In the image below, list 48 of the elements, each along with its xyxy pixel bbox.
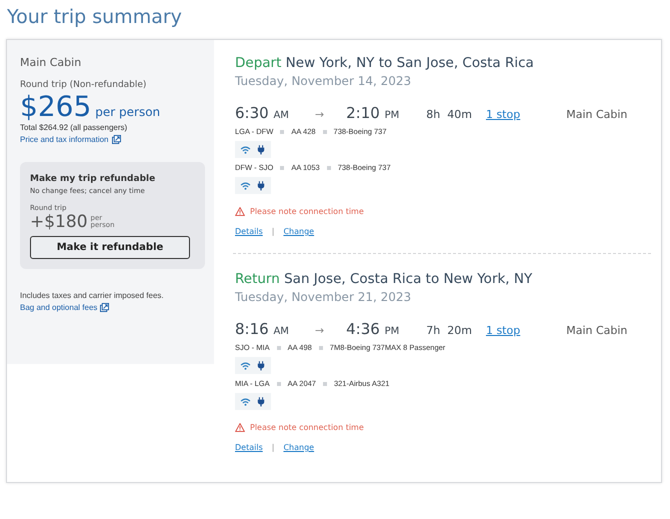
- power-plug-icon: [257, 180, 265, 190]
- price: $265: [20, 90, 92, 123]
- connection-warning: Please note connection time: [250, 423, 364, 432]
- power-plug-icon: [257, 360, 265, 370]
- cabin-class: Main Cabin: [566, 324, 628, 337]
- arrow-text: →: [314, 324, 324, 337]
- wifi-icon: [240, 362, 251, 370]
- flight-duration: 7h 20m: [426, 324, 472, 337]
- link-separator: |: [272, 443, 274, 452]
- departure-time: 8:16 AM: [235, 320, 289, 338]
- arrival-time: 2:10 PM: [346, 104, 400, 122]
- details-link[interactable]: Details: [235, 443, 263, 452]
- price-info-link[interactable]: Price and tax information: [20, 135, 108, 144]
- arrow-text: →: [314, 108, 324, 121]
- external-link-icon: [112, 135, 120, 144]
- external-link-icon: [100, 303, 110, 312]
- make-refundable-button[interactable]: Make it refundable: [30, 236, 190, 259]
- flight-heading: Return San Jose, Costa Rica to New York, NY: [235, 271, 534, 287]
- power-plug-icon: [257, 144, 265, 154]
- refund-price: +$180: [30, 212, 88, 232]
- link-separator: |: [272, 227, 274, 236]
- wifi-icon: [240, 146, 251, 154]
- flight-heading: Depart New York, NY to San Jose, Costa Rica: [235, 55, 535, 71]
- fare-type: Round trip (Non-refundable): [20, 80, 148, 90]
- change-link[interactable]: Change: [283, 227, 314, 236]
- page-title: Your trip summary: [7, 6, 183, 28]
- price-unit: per person: [95, 105, 160, 119]
- stops-link[interactable]: 1 stop: [486, 324, 520, 337]
- cabin-class: Main Cabin: [566, 108, 628, 121]
- arrival-time: 4:36 PM: [346, 320, 400, 338]
- stops-link[interactable]: 1 stop: [486, 108, 520, 121]
- bag-fees-link[interactable]: Bag and optional fees: [20, 303, 98, 312]
- warning-icon: [235, 423, 245, 432]
- details-link[interactable]: Details: [235, 227, 263, 236]
- total-price: Total $264.92 (all passengers): [20, 123, 128, 132]
- wifi-icon: [240, 398, 251, 406]
- refund-title: Make my trip refundable: [30, 174, 156, 184]
- flight-date: Tuesday, November 21, 2023: [235, 290, 412, 304]
- cabin-label: Main Cabin: [20, 56, 82, 69]
- departure-time: 6:30 AM: [235, 104, 289, 122]
- power-plug-icon: [257, 396, 265, 406]
- wifi-icon: [240, 182, 251, 190]
- connection-warning: Please note connection time: [250, 207, 364, 216]
- warning-icon: [235, 207, 245, 216]
- flight-date: Tuesday, November 14, 2023: [235, 74, 412, 88]
- change-link[interactable]: Change: [283, 443, 314, 452]
- fees-note: Includes taxes and carrier imposed fees.: [20, 291, 165, 300]
- flight-duration: 8h 40m: [426, 108, 472, 121]
